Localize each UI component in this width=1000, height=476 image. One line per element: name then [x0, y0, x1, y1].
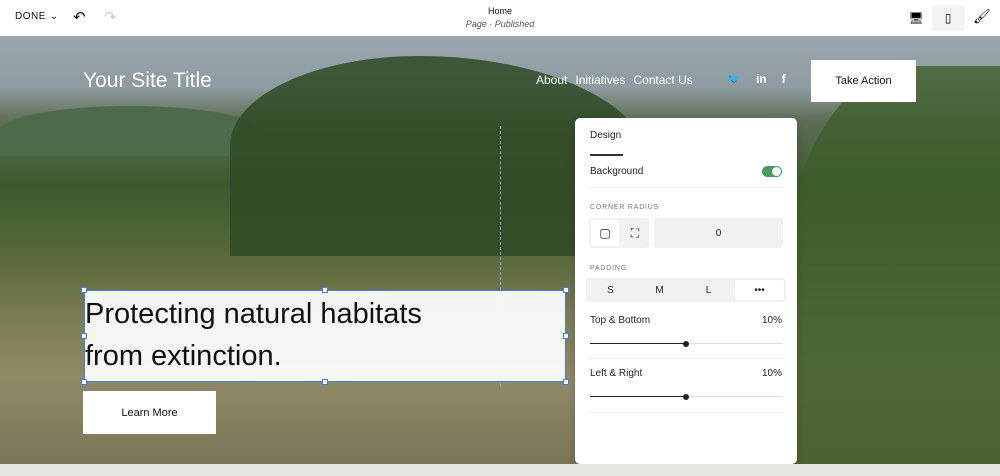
nav-contact[interactable]: Contact Us — [633, 73, 692, 87]
desktop-icon[interactable]: 🖥 — [900, 5, 932, 31]
background-toggle[interactable] — [762, 166, 782, 177]
hero-section: Your Site Title About Initiatives Contac… — [0, 36, 1000, 464]
nav-initiatives[interactable]: Initiatives — [575, 73, 625, 87]
page-info: Home Page · Published — [0, 6, 1000, 29]
hill-shape — [0, 106, 260, 156]
design-panel: Design Background CORNER RADIUS ▢ ⛶ 0 PA… — [575, 118, 797, 464]
resize-handle[interactable] — [81, 333, 87, 339]
trees-shape — [780, 66, 1000, 464]
social-links: 🐦 in f — [726, 72, 786, 86]
headline-line-2: from extinction. — [85, 340, 282, 372]
resize-handle[interactable] — [322, 287, 328, 293]
square-corners-icon[interactable]: ▢ — [591, 220, 619, 246]
divider — [587, 358, 785, 359]
slider-knob[interactable] — [683, 393, 689, 400]
top-bottom-row: Top & Bottom 10% — [590, 315, 782, 326]
headline-block[interactable]: Protecting natural habitats from extinct… — [81, 287, 569, 385]
top-bottom-value: 10% — [761, 315, 782, 326]
left-right-slider[interactable] — [590, 393, 782, 400]
slider-knob[interactable] — [683, 340, 689, 347]
resize-handle[interactable] — [81, 379, 87, 385]
tab-indicator — [590, 154, 623, 156]
twitter-icon[interactable]: 🐦 — [726, 72, 741, 86]
resize-handle[interactable] — [81, 287, 87, 293]
resize-handle[interactable] — [322, 379, 328, 385]
corner-radius-input[interactable]: 0 — [654, 218, 783, 248]
background-label: Background — [590, 166, 644, 177]
top-bottom-label: Top & Bottom — [590, 315, 651, 326]
padding-s[interactable]: S — [586, 278, 635, 302]
slider-fill — [590, 343, 686, 344]
individual-corners-icon[interactable]: ⛶ — [621, 218, 649, 248]
padding-custom[interactable]: ••• — [735, 280, 784, 300]
top-bottom-slider[interactable] — [590, 340, 782, 347]
corner-radius-label: CORNER RADIUS — [590, 204, 660, 211]
resize-handle[interactable] — [563, 287, 569, 293]
linkedin-icon[interactable]: in — [756, 72, 767, 86]
tab-design[interactable]: Design — [590, 130, 621, 141]
divider — [587, 412, 785, 413]
left-right-value: 10% — [761, 368, 782, 379]
device-toggle: 🖥 ▯ — [900, 5, 965, 31]
left-right-row: Left & Right 10% — [590, 368, 782, 379]
site-nav: About Initiatives Contact Us — [536, 73, 693, 87]
editor-toolbar: DONE ⌄ ↶ ↷ Home Page · Published 🖥 ▯ 🖌 — [0, 0, 1000, 36]
padding-options: S M L ••• — [586, 278, 786, 302]
site-title[interactable]: Your Site Title — [83, 69, 212, 93]
mobile-icon[interactable]: ▯ — [932, 5, 964, 31]
slider-fill — [590, 396, 686, 397]
page-status: Page · Published — [465, 19, 535, 29]
page-title: Home — [487, 6, 512, 16]
resize-handle[interactable] — [563, 333, 569, 339]
padding-label: PADDING — [590, 265, 627, 272]
learn-more-button[interactable]: Learn More — [83, 391, 216, 434]
background-row: Background — [590, 166, 782, 177]
headline-line-1: Protecting natural habitats — [85, 298, 422, 330]
left-right-label: Left & Right — [590, 368, 643, 379]
facebook-icon[interactable]: f — [782, 72, 786, 86]
padding-m[interactable]: M — [635, 278, 684, 302]
divider — [587, 187, 785, 188]
resize-handle[interactable] — [563, 379, 569, 385]
corner-mode-toggle: ▢ ⛶ — [589, 218, 649, 248]
nav-about[interactable]: About — [536, 73, 567, 87]
bottom-bar — [0, 464, 1000, 476]
paintbrush-icon[interactable]: 🖌 — [973, 8, 991, 25]
padding-l[interactable]: L — [684, 278, 733, 302]
take-action-button[interactable]: Take Action — [811, 60, 916, 102]
